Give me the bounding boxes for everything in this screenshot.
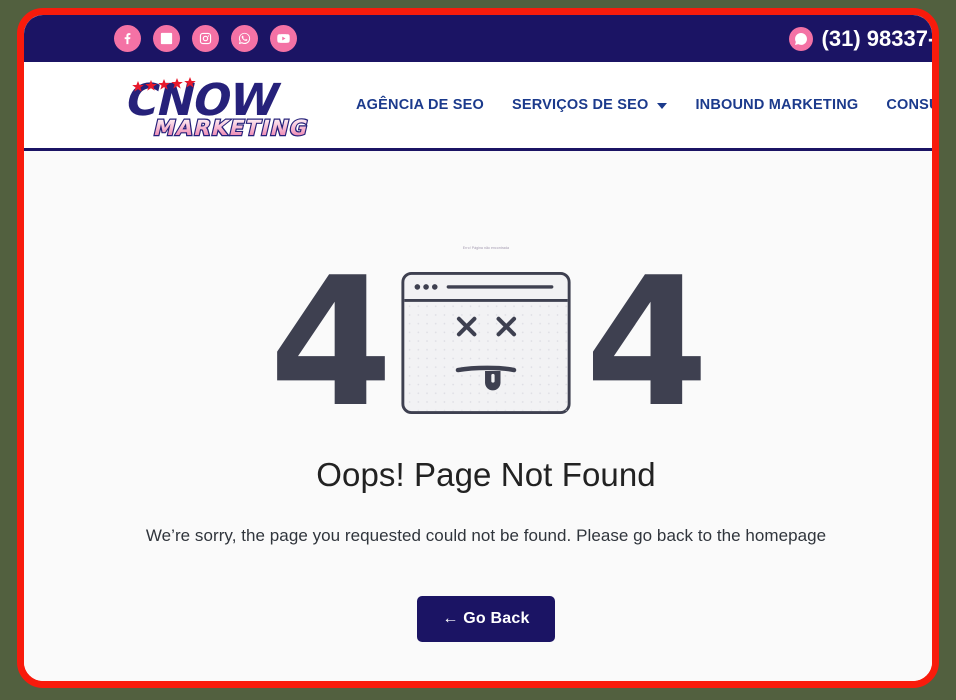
error-page-content: Erro! Página não encontrada 4 4 Oops! Pa… [24,151,932,681]
chevron-down-icon [657,103,668,109]
svg-text:MARKETING: MARKETING [151,116,311,141]
phone-contact[interactable]: (31) 98337-551 [788,25,936,52]
nav-item-agencia-de-seo[interactable]: AGÊNCIA DE SEO [356,97,484,113]
top-bar: (31) 98337-551 [24,15,936,62]
error-description: We’re sorry, the page you requested coul… [145,526,827,545]
screenshot-highlight-frame: (31) 98337-551 CNOW [17,8,939,688]
linkedin-icon[interactable] [153,25,180,52]
webpage: (31) 98337-551 CNOW [24,15,939,681]
main-navigation: AGÊNCIA DE SEO SERVIÇOS DE SEO INBOUND M… [356,97,939,113]
nav-label: INBOUND MARKETING [695,97,859,113]
digit-four-right: 4 [585,239,709,446]
nav-label: AGÊNCIA DE SEO [356,97,484,113]
nav-item-inbound-marketing[interactable]: INBOUND MARKETING [695,97,858,113]
phone-number: (31) 98337-551 [821,25,936,51]
site-header: CNOW MARKETING AGÊNCIA DE SEO SERVIÇOS D… [24,62,939,151]
facebook-icon[interactable] [114,25,141,52]
nav-item-consultoria-comercial[interactable]: CONSULTORIA COMERC [886,97,939,113]
nav-label: CONSULTORIA COMERC [886,97,939,113]
error-illustration: 4 4 [269,239,709,446]
nav-label: SERVIÇOS DE SEO [511,97,649,113]
digit-four-left: 4 [269,239,393,446]
social-links [114,25,297,52]
youtube-icon[interactable] [270,25,297,52]
whatsapp-icon[interactable] [231,25,258,52]
site-logo[interactable]: CNOW MARKETING [110,69,318,141]
nav-item-servicos-de-seo[interactable]: SERVIÇOS DE SEO [512,97,668,113]
sad-browser-window-icon [399,269,573,417]
instagram-icon[interactable] [192,25,219,52]
microcopy-text: Erro! Página não encontrada [462,246,510,250]
whatsapp-phone-icon [788,26,813,51]
page-title: Oops! Page Not Found [316,456,656,493]
go-back-button[interactable]: ← Go Back [417,596,555,642]
